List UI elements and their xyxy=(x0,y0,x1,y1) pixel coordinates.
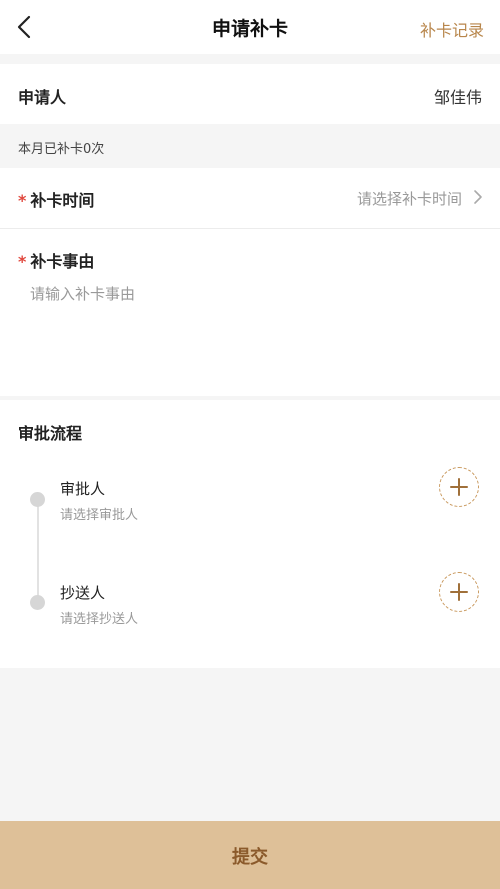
makeup-record-link[interactable]: 补卡记录 xyxy=(420,17,484,41)
monthly-makeup-count: 本月已补卡0次 xyxy=(18,142,105,157)
makeup-time-label-text: 补卡时间 xyxy=(30,191,95,210)
cc-placeholder: 请选择抄送人 xyxy=(60,612,139,627)
required-asterisk: * xyxy=(18,191,27,210)
chevron-right-icon xyxy=(472,188,484,206)
add-approver-button[interactable] xyxy=(439,467,479,507)
approver-placeholder: 请选择审批人 xyxy=(60,508,139,523)
makeup-form-card: * 补卡时间 请选择补卡时间 * 补卡事由 xyxy=(0,168,500,396)
plus-icon xyxy=(450,478,468,496)
approver-title: 审批人 xyxy=(60,480,106,498)
applicant-row: 申请人 邹佳伟 xyxy=(0,64,500,124)
applicant-name: 邹佳伟 xyxy=(433,88,482,107)
required-asterisk: * xyxy=(18,252,27,271)
add-cc-button[interactable] xyxy=(439,572,479,612)
cc-title: 抄送人 xyxy=(60,584,106,602)
plus-icon xyxy=(450,583,468,601)
makeup-reason-label-text: 补卡事由 xyxy=(30,252,95,271)
makeup-time-label: * 补卡时间 xyxy=(18,187,94,211)
timeline-dot xyxy=(30,492,45,507)
applicant-label: 申请人 xyxy=(18,88,67,107)
top-nav-bar: 申请补卡 补卡记录 xyxy=(0,0,500,54)
makeup-reason-input[interactable] xyxy=(30,283,470,373)
makeup-time-picker[interactable]: * 补卡时间 请选择补卡时间 xyxy=(0,168,500,229)
submit-label: 提交 xyxy=(232,847,268,868)
timeline-dot xyxy=(30,595,45,610)
approval-flow-title: 审批流程 xyxy=(18,424,83,443)
submit-button[interactable]: 提交 xyxy=(0,821,500,889)
timeline-line xyxy=(37,500,39,604)
approval-flow-section: 审批流程 审批人 请选择审批人 抄送人 请选择抄送人 xyxy=(0,400,500,668)
makeup-time-placeholder: 请选择补卡时间 xyxy=(356,190,462,208)
makeup-reason-label: * 补卡事由 xyxy=(18,248,94,272)
